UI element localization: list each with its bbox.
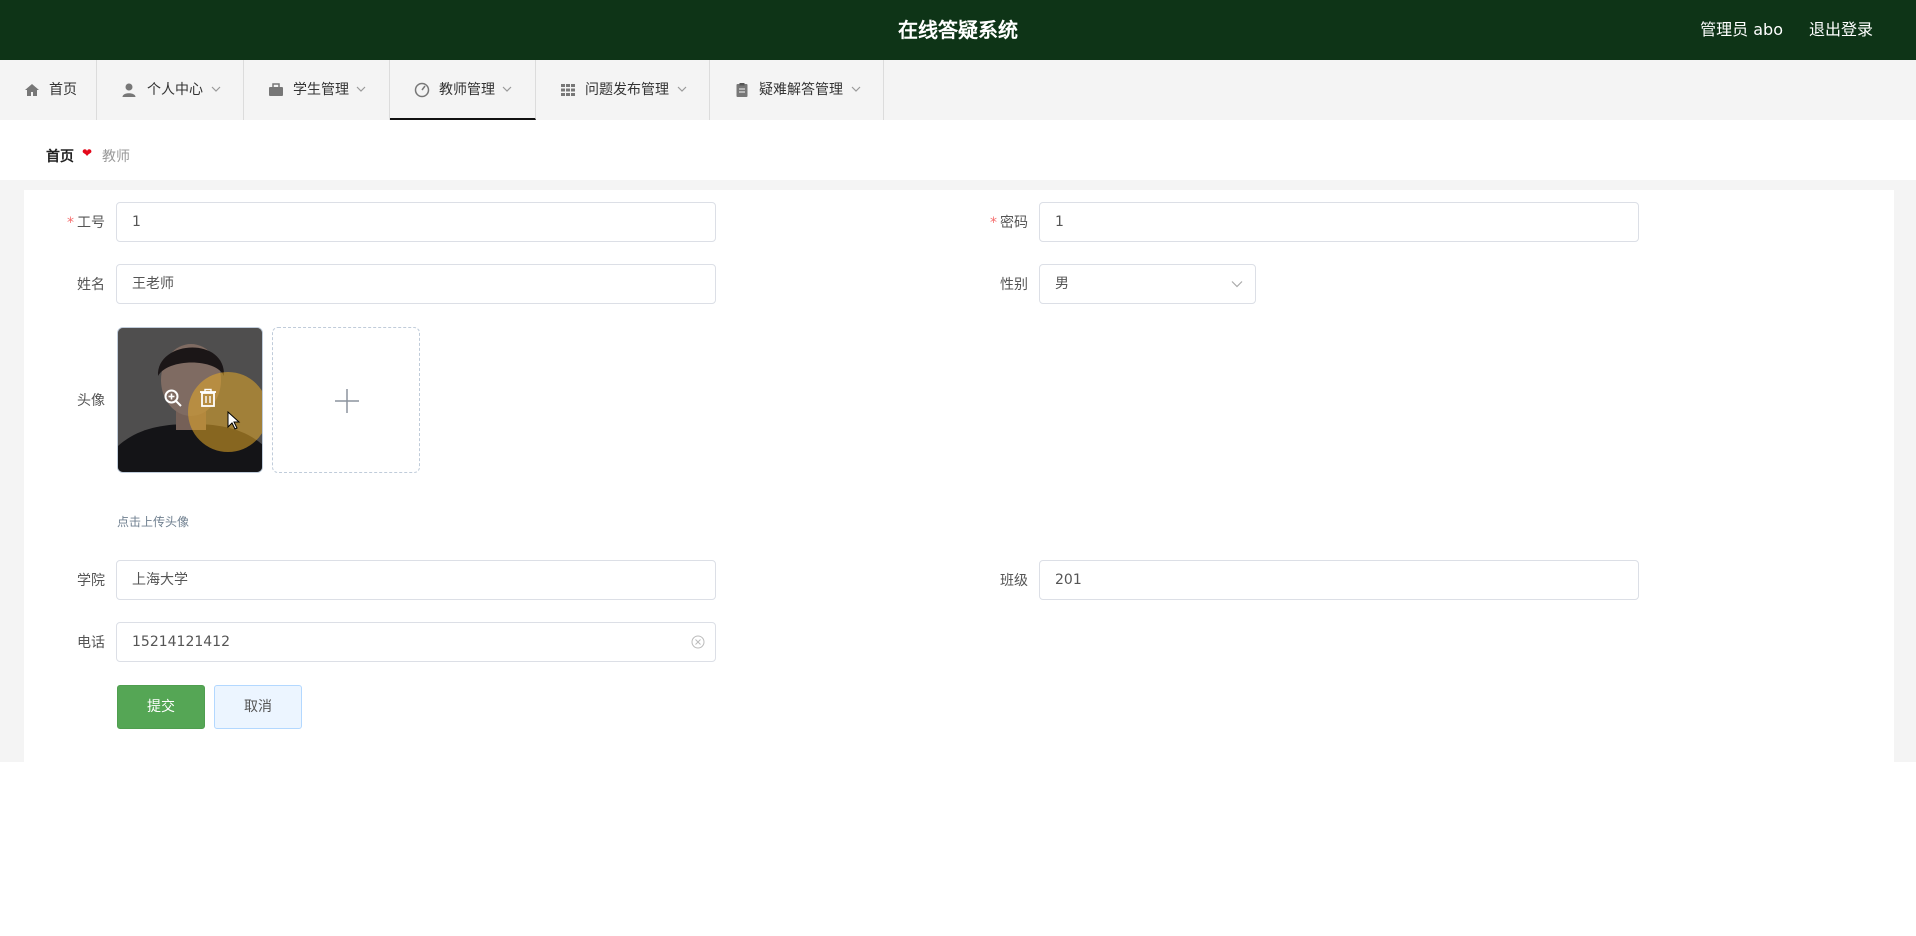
breadcrumb: 首页 ❤ 教师: [24, 130, 1894, 180]
nav-label: 首页: [49, 82, 77, 98]
clipboard-icon: [736, 83, 748, 97]
avatar-photo: [118, 328, 262, 472]
briefcase-icon: [269, 83, 283, 96]
college-field[interactable]: 上海大学: [116, 560, 716, 600]
plus-icon: [335, 389, 359, 413]
chevron-down-icon: [677, 86, 687, 92]
password-label: * 密码: [990, 215, 1028, 231]
breadcrumb-home[interactable]: 首页: [46, 146, 74, 166]
gender-label: 性别: [1000, 277, 1028, 293]
class-field[interactable]: 201: [1039, 560, 1639, 600]
submit-button[interactable]: 提交: [117, 685, 205, 729]
clear-icon[interactable]: [691, 635, 705, 649]
gauge-icon: [414, 82, 430, 98]
phone-field[interactable]: 15214121412: [116, 622, 716, 662]
content-margin-left: [0, 180, 24, 762]
name-field[interactable]: 王老师: [116, 264, 716, 304]
chevron-down-icon: [356, 86, 366, 92]
password-field[interactable]: 1: [1039, 202, 1639, 242]
nav-label: 教师管理: [439, 82, 495, 98]
chevron-down-icon: [502, 86, 512, 92]
home-icon: [25, 84, 39, 96]
nav-item-home[interactable]: 首页: [0, 60, 97, 120]
nav-item-questions[interactable]: 问题发布管理: [536, 60, 710, 120]
class-label: 班级: [1000, 573, 1028, 589]
avatar-upload-button[interactable]: [272, 327, 420, 473]
current-user: 管理员 abo: [1700, 20, 1783, 39]
nav-item-teachers[interactable]: 教师管理: [390, 60, 536, 120]
nav-item-students[interactable]: 学生管理: [244, 60, 390, 120]
avatar-hint: 点击上传头像: [117, 515, 190, 529]
user-icon: [122, 83, 136, 97]
avatar-label: 头像: [77, 393, 105, 409]
cancel-button[interactable]: 取消: [214, 685, 302, 729]
nav-label: 个人中心: [147, 82, 203, 98]
nav-item-personal[interactable]: 个人中心: [97, 60, 244, 120]
phone-value: 15214121412: [132, 634, 230, 650]
avatar-thumbnail[interactable]: [117, 327, 263, 473]
name-label: 姓名: [77, 277, 105, 293]
college-label: 学院: [77, 573, 105, 589]
main-nav: 首页 个人中心 学生管理 教师管理 问题发布管理 疑难解答管理: [0, 60, 1916, 120]
gender-select[interactable]: 男: [1039, 264, 1256, 304]
chevron-down-icon: [1231, 281, 1243, 288]
content-margin-right: [1894, 180, 1916, 762]
app-title: 在线答疑系统: [898, 18, 1018, 42]
breadcrumb-current: 教师: [102, 149, 130, 165]
delete-icon[interactable]: [198, 388, 218, 408]
chevron-down-icon: [211, 86, 221, 92]
id-label: * 工号: [67, 215, 105, 231]
zoom-in-icon[interactable]: [163, 388, 183, 408]
nav-label: 疑难解答管理: [759, 82, 843, 98]
content-divider: [0, 180, 1916, 190]
chevron-down-icon: [851, 86, 861, 92]
mouse-cursor-icon: [227, 411, 241, 430]
grid-icon: [561, 84, 575, 96]
gender-value: 男: [1055, 276, 1069, 292]
phone-label: 电话: [77, 635, 105, 651]
id-field[interactable]: 1: [116, 202, 716, 242]
nav-label: 问题发布管理: [585, 82, 669, 98]
nav-label: 学生管理: [293, 82, 349, 98]
top-header: 在线答疑系统 管理员 abo 退出登录: [0, 0, 1916, 60]
heart-icon: ❤: [82, 146, 93, 160]
logout-link[interactable]: 退出登录: [1809, 0, 1873, 60]
nav-item-answers[interactable]: 疑难解答管理: [710, 60, 884, 120]
